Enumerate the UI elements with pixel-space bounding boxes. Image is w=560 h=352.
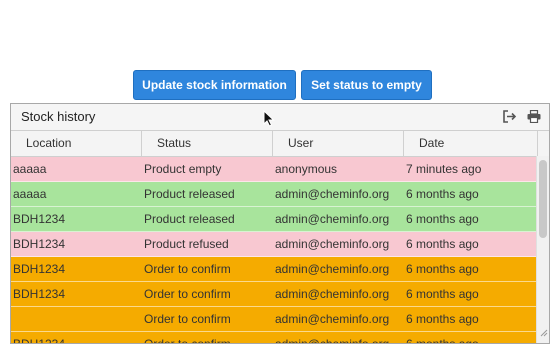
cell-status: Product released (144, 212, 235, 226)
cell-status: Order to confirm (144, 287, 231, 301)
cell-date: 7 minutes ago (406, 162, 482, 176)
table-row[interactable]: BDH1234 Order to confirm admin@cheminfo.or… (11, 282, 549, 307)
column-header-date[interactable]: Date (404, 131, 538, 156)
cell-location: aaaaa (13, 187, 47, 201)
table-header: Location Status User Date (11, 131, 549, 157)
cell-user: admin@cheminfo.org (275, 262, 390, 276)
table-row[interactable]: aaaaa Product empty anonymous 7 minutes ago (11, 157, 549, 182)
cell-date: 6 months ago (406, 237, 479, 251)
cell-date: 6 months ago (406, 262, 479, 276)
cell-user: admin@cheminfo.org (275, 312, 390, 326)
cell-date: 6 months ago (406, 287, 479, 301)
cell-date: 6 months ago (406, 337, 479, 344)
cell-status: Product empty (144, 162, 222, 176)
cell-location: BDH1234 (13, 287, 66, 301)
update-stock-button[interactable]: Update stock information (133, 70, 296, 100)
cell-date: 6 months ago (406, 187, 479, 201)
set-status-empty-button[interactable]: Set status to empty (301, 70, 432, 100)
print-icon[interactable] (527, 109, 541, 128)
cell-date: 6 months ago (406, 312, 479, 326)
scrollbar-thumb[interactable] (539, 160, 547, 238)
column-header-location[interactable]: Location (11, 131, 142, 156)
cell-user: admin@cheminfo.org (275, 187, 390, 201)
panel-header: Stock history (11, 104, 549, 131)
cell-location: BDH1234 (13, 212, 66, 226)
export-icon[interactable] (503, 110, 517, 128)
cell-date: 6 months ago (406, 212, 479, 226)
column-header-user[interactable]: User (273, 131, 404, 156)
cell-user: anonymous (275, 162, 338, 176)
vertical-scrollbar[interactable] (536, 156, 549, 343)
table-row[interactable]: BDH1234 Order to confirm admin@cheminfo.or… (11, 257, 549, 282)
cell-user: admin@cheminfo.org (275, 237, 390, 251)
cell-user: admin@cheminfo.org (275, 337, 390, 344)
table-body: aaaaa Product empty anonymous 7 minutes ago… (11, 157, 549, 344)
table-row[interactable]: BDH1234 Order to confirm admin@cheminfo.or… (11, 332, 549, 344)
resize-handle-icon[interactable] (540, 324, 548, 342)
table-row[interactable]: BDH1234 Product released admin@cheminfo.or… (11, 207, 549, 232)
cell-status: Order to confirm (144, 337, 231, 344)
table-row[interactable]: aaaaa Product released admin@cheminfo.org 6… (11, 182, 549, 207)
table-row[interactable]: Order to confirm admin@cheminfo.org 6 mont… (11, 307, 549, 332)
cell-location: BDH1234 (13, 237, 66, 251)
cell-status: Product refused (144, 237, 229, 251)
cell-status: Product released (144, 187, 235, 201)
cell-status: Order to confirm (144, 312, 231, 326)
cell-location: aaaaa (13, 162, 47, 176)
cell-user: admin@cheminfo.org (275, 287, 390, 301)
table-row[interactable]: BDH1234 Product refused admin@cheminfo.org… (11, 232, 549, 257)
cell-location: BDH1234 (13, 262, 66, 276)
stock-history-panel: Stock history Location Status User Date … (10, 103, 550, 344)
mouse-cursor-icon (263, 109, 275, 132)
cell-location: BDH1234 (13, 337, 66, 344)
panel-title: Stock history (21, 109, 96, 124)
cell-user: admin@cheminfo.org (275, 212, 390, 226)
cell-status: Order to confirm (144, 262, 231, 276)
column-header-status[interactable]: Status (142, 131, 273, 156)
